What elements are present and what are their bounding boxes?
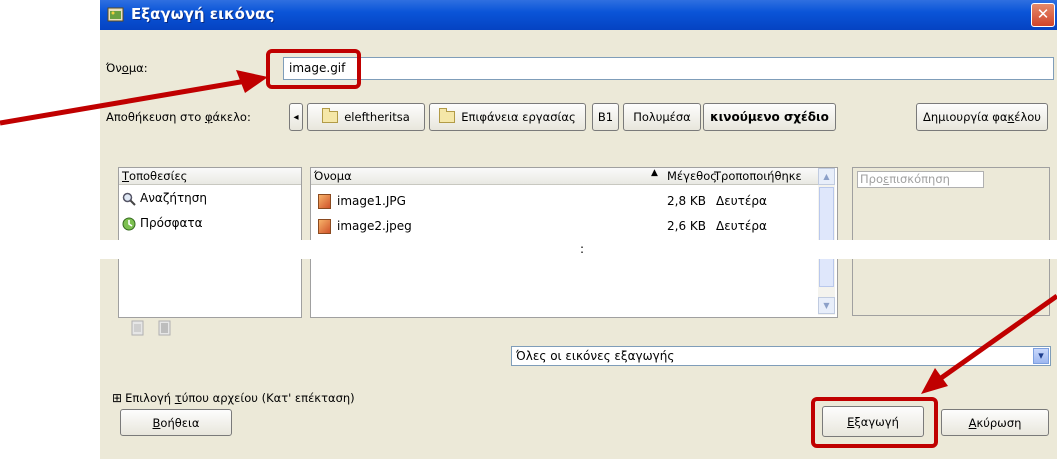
arrowhead-filename bbox=[236, 70, 268, 93]
annotation-arrows bbox=[0, 70, 1057, 394]
arrowhead-export bbox=[921, 368, 948, 394]
arrow-to-filename bbox=[0, 77, 253, 126]
arrow-to-export bbox=[932, 293, 1057, 386]
